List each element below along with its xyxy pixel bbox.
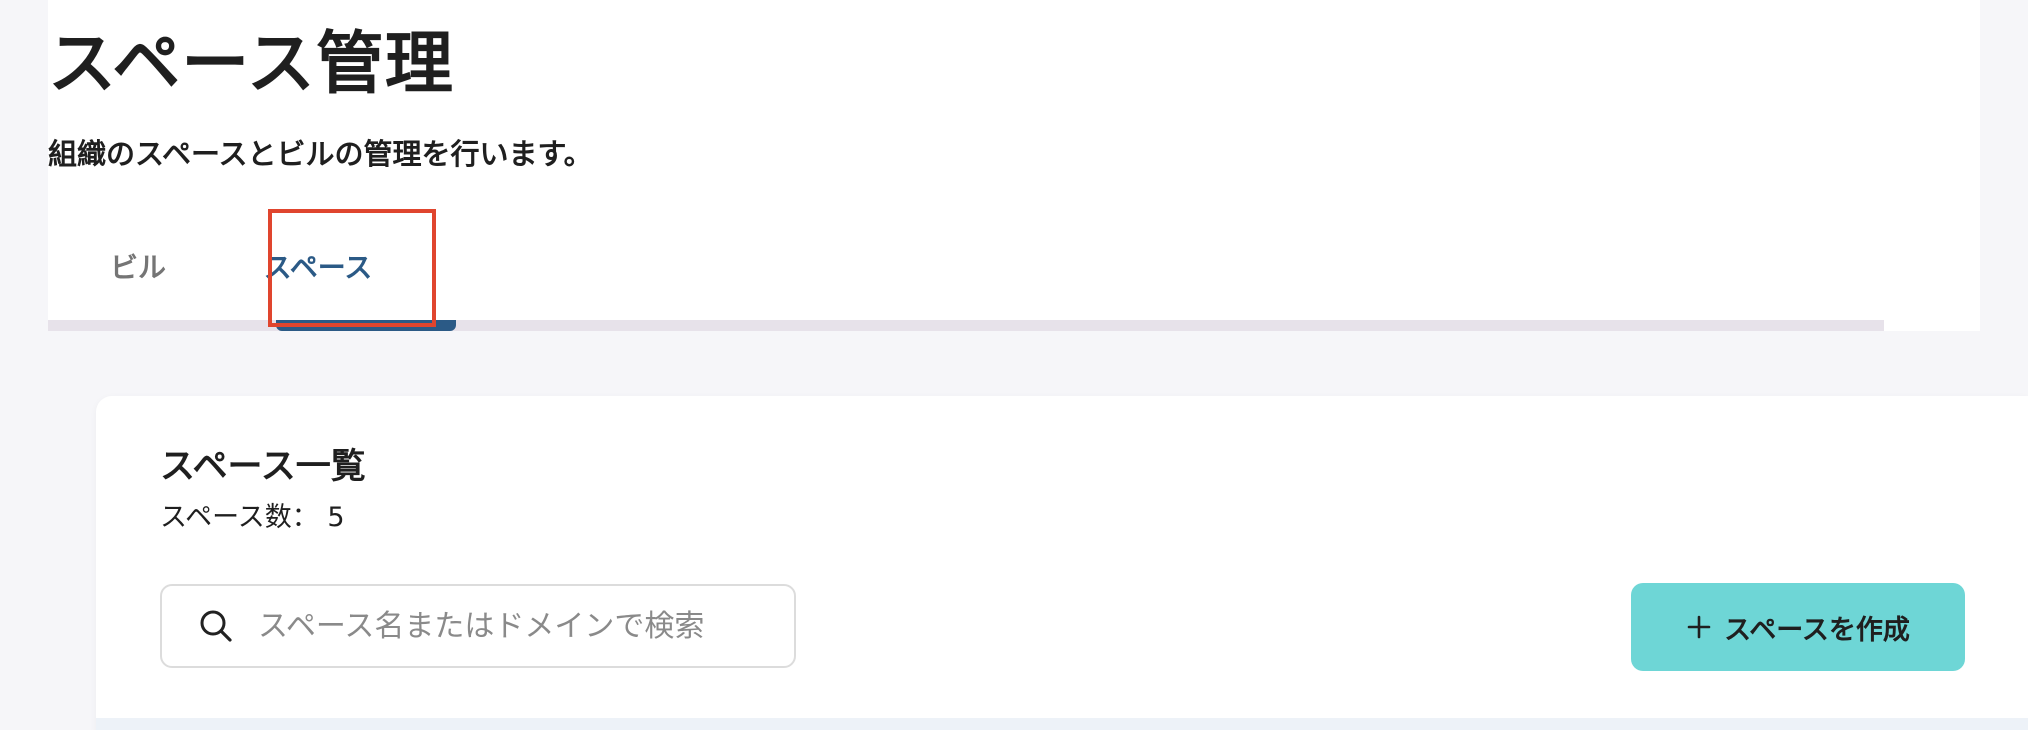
- tab-building-label: ビル: [109, 251, 166, 284]
- search-box[interactable]: [160, 584, 796, 668]
- tab-space-label: スペース: [263, 251, 373, 284]
- space-list-card: スペース一覧 スペース数： 5 スペースを作成: [96, 396, 2028, 730]
- tab-bar: ビル スペース: [48, 210, 1884, 331]
- page-title: スペース管理: [48, 25, 454, 104]
- page: スペース管理 組織のスペースとビルの管理を行います。 ビル スペース スペース一…: [0, 0, 2028, 730]
- search-input[interactable]: [256, 595, 760, 657]
- space-list-title: スペース一覧: [160, 447, 366, 487]
- table-header-strip: [96, 718, 2028, 730]
- plus-icon: [1686, 614, 1712, 640]
- space-count: スペース数： 5: [160, 502, 345, 533]
- page-subtitle: 組織のスペースとビルの管理を行います。: [48, 137, 593, 171]
- create-space-button[interactable]: スペースを作成: [1631, 583, 1965, 671]
- tab-building[interactable]: ビル: [48, 210, 228, 322]
- active-tab-indicator: [276, 320, 456, 331]
- create-space-button-label: スペースを作成: [1724, 614, 1910, 646]
- search-icon: [198, 608, 234, 644]
- tab-space[interactable]: スペース: [228, 210, 408, 322]
